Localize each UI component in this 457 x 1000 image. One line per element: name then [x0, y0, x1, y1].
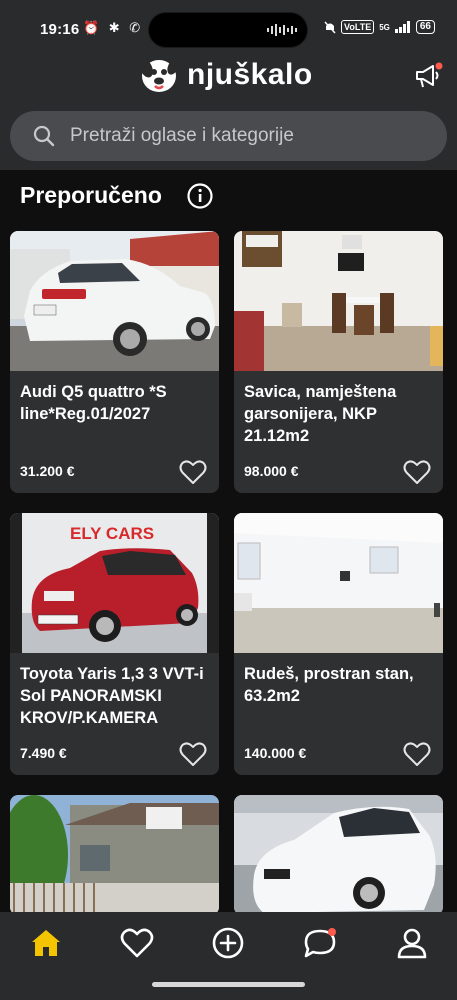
listing-image-studio[interactable] [234, 231, 443, 371]
favorite-heart-icon[interactable] [403, 741, 431, 767]
search-input[interactable]: Pretraži oglase i kategorije [10, 111, 447, 161]
home-icon[interactable] [28, 926, 64, 960]
status-time: 19:16 [40, 21, 80, 38]
section-title: Preporučeno [20, 182, 162, 208]
listing-card[interactable]: Savica, namještena garsonijera, NKP 21.1… [234, 231, 443, 493]
system-home-indicator[interactable] [152, 982, 305, 987]
heart-icon[interactable] [119, 926, 155, 960]
notification-dot [435, 62, 443, 70]
favorite-heart-icon[interactable] [403, 459, 431, 485]
brand-logo[interactable]: njuškalo [137, 52, 313, 98]
listing-card[interactable] [234, 795, 443, 915]
plus-circle-icon[interactable] [210, 926, 246, 960]
dynamic-island [148, 12, 308, 48]
listing-title: Rudeš, prostran stan, 63.2m2 [244, 665, 414, 705]
status-bar: 19:16 ⏰ ✱ ✆ VoLTE 5G 66 [0, 0, 457, 58]
status-left-icons: ⏰ ✱ ✆ [83, 20, 144, 35]
notifications-button[interactable] [414, 62, 444, 90]
listing-price: 140.000 € [244, 745, 307, 761]
listing-card[interactable] [10, 795, 219, 915]
top-bar: 19:16 ⏰ ✱ ✆ VoLTE 5G 66 njuškalo Pretraž… [0, 0, 457, 170]
listing-price: 7.490 € [20, 745, 67, 761]
dog-mascot-icon [139, 58, 179, 92]
listing-image-audi[interactable] [10, 231, 219, 371]
listing-card[interactable]: ELY CARS Toyota Yaris 1,3 3 VVT-i Sol PA… [10, 513, 219, 775]
signal-icon [394, 21, 410, 33]
info-icon[interactable] [186, 182, 214, 210]
listing-title: Savica, namještena garsonijera, NKP 21.1… [244, 383, 397, 445]
listing-price: 98.000 € [244, 463, 299, 479]
favorite-heart-icon[interactable] [179, 741, 207, 767]
listing-card[interactable]: Rudeš, prostran stan, 63.2m2 140.000 € [234, 513, 443, 775]
listing-card[interactable]: Audi Q5 quattro *S line*Reg.01/2027 31.2… [10, 231, 219, 493]
profile-icon[interactable] [394, 926, 430, 960]
listing-title: Audi Q5 quattro *S line*Reg.01/2027 [20, 383, 167, 423]
chat-icon[interactable] [302, 926, 338, 960]
listing-image-toyota[interactable]: ELY CARS [10, 513, 219, 653]
listing-image-room[interactable] [234, 513, 443, 653]
audio-wave-icon [267, 24, 297, 36]
listing-image-bmw[interactable] [234, 795, 443, 915]
listing-image-house[interactable] [10, 795, 219, 915]
volte-badge: VoLTE [341, 20, 375, 34]
brand-name: njuškalo [187, 58, 313, 91]
favorite-heart-icon[interactable] [179, 459, 207, 485]
ely-cars-sign: ELY CARS [70, 524, 154, 543]
unread-badge [328, 928, 336, 936]
search-placeholder: Pretraži oglase i kategorije [70, 125, 294, 146]
megaphone-icon [416, 62, 443, 88]
battery-indicator: 66 [415, 20, 435, 34]
search-icon [33, 125, 55, 147]
mute-icon [324, 21, 336, 34]
listing-price: 31.200 € [20, 463, 75, 479]
network-type: 5G [379, 22, 390, 32]
status-right-icons: VoLTE 5G 66 [324, 20, 435, 34]
listing-title: Toyota Yaris 1,3 3 VVT-i Sol PANORAMSKI … [20, 665, 204, 727]
